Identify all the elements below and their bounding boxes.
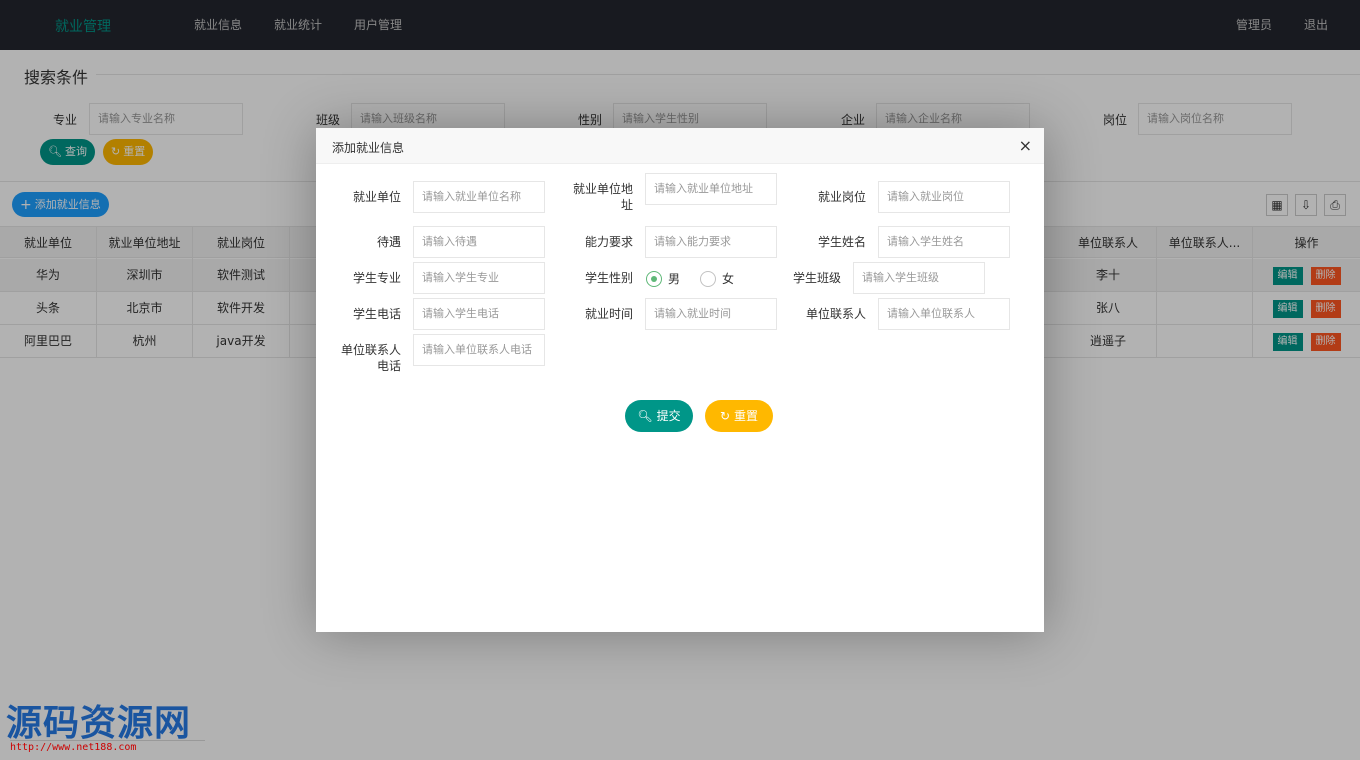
- close-icon[interactable]: ×: [1019, 136, 1032, 155]
- phone-label: 学生电话: [352, 307, 401, 321]
- dialog-title: 添加就业信息: [332, 141, 405, 155]
- position-input[interactable]: 请输入就业岗位: [878, 181, 1010, 213]
- address-input[interactable]: 请输入就业单位地址: [645, 173, 777, 205]
- dialog-header: 添加就业信息 ×: [316, 128, 1044, 164]
- gender-female-label: 女: [722, 272, 735, 286]
- contact-label: 单位联系人: [805, 307, 866, 321]
- submit-button-label: 提交: [656, 409, 681, 423]
- time-label: 就业时间: [584, 307, 633, 321]
- search-icon: 🔍︎: [637, 409, 653, 423]
- contact-phone-input[interactable]: 请输入单位联系人电话: [413, 334, 545, 366]
- gender-radio-male[interactable]: 男: [646, 270, 680, 287]
- name-input[interactable]: 请输入学生姓名: [878, 226, 1010, 258]
- class-input[interactable]: 请输入学生班级: [853, 262, 985, 294]
- gender-radio-female[interactable]: 女: [700, 270, 734, 287]
- contact-phone-label-line1: 单位联系人: [340, 343, 401, 357]
- address-label-line1: 就业单位地: [572, 182, 633, 196]
- radio-unchecked-icon: [700, 270, 716, 287]
- contact-phone-label-line2: 电话: [376, 359, 401, 373]
- position-label: 就业岗位: [817, 190, 866, 204]
- address-label-line2: 址: [620, 198, 633, 212]
- major-input[interactable]: 请输入学生专业: [413, 262, 545, 294]
- major-label: 学生专业: [352, 271, 401, 285]
- form-reset-label: 重置: [734, 409, 759, 423]
- name-label: 学生姓名: [817, 235, 866, 249]
- time-input[interactable]: 请输入就业时间: [645, 298, 777, 330]
- ability-label: 能力要求: [584, 235, 633, 249]
- address-label: 就业单位地 址: [568, 181, 633, 213]
- gender-label: 学生性别: [584, 271, 633, 285]
- unit-label: 就业单位: [352, 190, 401, 204]
- salary-input[interactable]: 请输入待遇: [413, 226, 545, 258]
- watermark-url: http://www.net188.com: [10, 740, 205, 753]
- class-label: 学生班级: [792, 271, 841, 285]
- refresh-icon: ↻: [719, 409, 731, 423]
- add-employment-dialog: 添加就业信息 × 就业单位 请输入就业单位名称 就业单位地 址 请输入就业单位地…: [316, 128, 1044, 632]
- contact-phone-label: 单位联系人 电话: [326, 342, 401, 374]
- form-reset-button[interactable]: ↻ 重置: [705, 400, 773, 432]
- unit-input[interactable]: 请输入就业单位名称: [413, 181, 545, 213]
- contact-input[interactable]: 请输入单位联系人: [878, 298, 1010, 330]
- radio-checked-icon: [646, 270, 662, 287]
- salary-label: 待遇: [376, 235, 401, 249]
- gender-male-label: 男: [668, 272, 681, 286]
- ability-input[interactable]: 请输入能力要求: [645, 226, 777, 258]
- submit-button[interactable]: 🔍︎ 提交: [625, 400, 693, 432]
- phone-input[interactable]: 请输入学生电话: [413, 298, 545, 330]
- watermark-title: 源码资源网: [6, 703, 192, 744]
